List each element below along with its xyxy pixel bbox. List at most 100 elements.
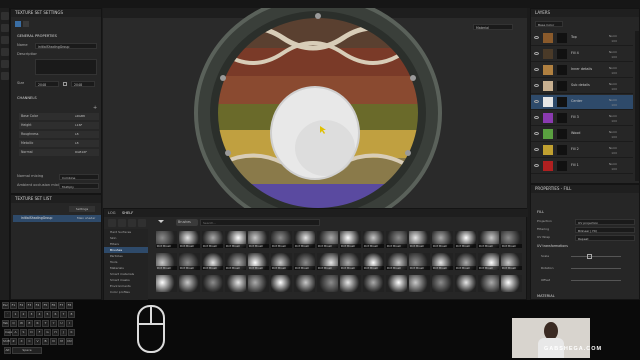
import-icon[interactable] xyxy=(138,219,146,227)
visibility-eye-icon[interactable] xyxy=(534,116,539,119)
layers-scrollbar[interactable] xyxy=(635,31,639,181)
brush-thumbnail[interactable]: Dirt Brush xyxy=(432,231,453,248)
texture-set-icon-a[interactable] xyxy=(15,21,21,27)
brush-thumbnail[interactable]: Dirt Brush xyxy=(271,231,292,248)
visibility-eye-icon[interactable] xyxy=(534,148,539,151)
layer-blend-mode[interactable]: Norm xyxy=(609,82,617,86)
layer-row[interactable]: Sub details Norm 100 xyxy=(531,79,633,94)
layer-mask-thumbnail[interactable] xyxy=(557,129,567,139)
layer-mask-thumbnail[interactable] xyxy=(557,49,567,59)
new-folder-icon[interactable] xyxy=(108,219,116,227)
layer-opacity[interactable]: 100 xyxy=(611,55,617,59)
layer-opacity[interactable]: 100 xyxy=(611,119,617,123)
layer-opacity[interactable]: 100 xyxy=(611,87,617,91)
brush-thumbnail[interactable] xyxy=(317,275,338,292)
brush-thumbnail[interactable] xyxy=(202,275,223,292)
brush-thumbnail[interactable]: Dirt Brush xyxy=(248,231,269,248)
brush-thumbnail[interactable] xyxy=(363,275,384,292)
layer-mask-thumbnail[interactable] xyxy=(557,65,567,75)
size-dropdown-2[interactable]: 2048 xyxy=(71,81,95,87)
brush-thumbnail[interactable] xyxy=(179,275,200,292)
brush-thumbnail[interactable]: Dirt Brush xyxy=(202,231,223,248)
brush-thumbnail[interactable]: Dirt Brush xyxy=(156,253,177,270)
layer-blend-mode[interactable]: Norm xyxy=(609,50,617,54)
lock-icon[interactable] xyxy=(63,82,67,86)
grid-view-icon[interactable] xyxy=(118,219,126,227)
layer-mask-thumbnail[interactable] xyxy=(557,161,567,171)
visibility-eye-icon[interactable] xyxy=(534,68,539,71)
filter-chip[interactable]: Brushes xyxy=(176,219,198,226)
layer-mask-thumbnail[interactable] xyxy=(557,33,567,43)
layer-blend-mode[interactable]: Norm xyxy=(609,34,617,38)
tab-shelf[interactable]: SHELF xyxy=(122,209,133,217)
layer-row[interactable]: Top Norm 100 xyxy=(531,31,633,46)
brush-thumbnail[interactable]: Dirt Brush xyxy=(386,253,407,270)
channel-row[interactable]: Base Color sRGB8 xyxy=(19,113,99,120)
filter-icon[interactable] xyxy=(158,220,164,226)
visibility-eye-icon[interactable] xyxy=(534,100,539,103)
brush-thumbnail[interactable] xyxy=(294,275,315,292)
layer-opacity[interactable]: 100 xyxy=(611,71,617,75)
brush-thumbnail[interactable]: Dirt Brush xyxy=(248,253,269,270)
layer-blend-mode[interactable]: Norm xyxy=(609,146,617,150)
layer-opacity[interactable]: 100 xyxy=(611,135,617,139)
layer-blend-mode[interactable]: Norm xyxy=(609,114,617,118)
description-field[interactable] xyxy=(35,59,97,75)
brush-thumbnail[interactable] xyxy=(156,275,177,292)
brush-thumbnail[interactable]: Dirt Brush xyxy=(156,231,177,248)
brush-thumbnail[interactable]: Dirt Brush xyxy=(340,231,361,248)
brush-thumbnail[interactable] xyxy=(340,275,361,292)
normal-mixing-dropdown[interactable]: Combine xyxy=(59,174,99,180)
layer-channel-dropdown[interactable]: Base Color xyxy=(535,21,563,27)
brush-thumbnail[interactable]: Dirt Brush xyxy=(409,253,430,270)
offset-slider[interactable] xyxy=(571,280,621,281)
projection-tool-icon[interactable] xyxy=(1,36,9,44)
texture-set-settings-button[interactable]: Settings xyxy=(69,206,95,212)
visibility-eye-icon[interactable] xyxy=(534,164,539,167)
layer-mask-thumbnail[interactable] xyxy=(557,145,567,155)
brush-thumbnail[interactable] xyxy=(386,275,407,292)
layer-row[interactable]: Fill 2 Norm 100 xyxy=(531,143,633,158)
tab-log[interactable]: LOG xyxy=(108,209,116,217)
visibility-eye-icon[interactable] xyxy=(534,52,539,55)
picker-tool-icon[interactable] xyxy=(1,72,9,80)
texture-set-icon-b[interactable] xyxy=(23,21,29,27)
layer-blend-mode[interactable]: Norm xyxy=(609,130,617,134)
layer-row[interactable]: Fill 4 Norm 100 xyxy=(531,47,633,62)
size-dropdown[interactable]: 2048 xyxy=(35,81,59,87)
brush-thumbnail[interactable] xyxy=(248,275,269,292)
layer-mask-thumbnail[interactable] xyxy=(557,113,567,123)
brush-thumbnail[interactable] xyxy=(432,275,453,292)
smudge-tool-icon[interactable] xyxy=(1,48,9,56)
brush-thumbnail[interactable]: Dirt Brush xyxy=(501,253,522,270)
brush-thumbnail[interactable]: Dirt Brush xyxy=(478,231,499,248)
layer-row[interactable]: Inner details Norm 100 xyxy=(531,63,633,78)
brush-thumbnail[interactable]: Dirt Brush xyxy=(386,231,407,248)
channel-row[interactable]: Roughness L8 xyxy=(19,131,99,138)
projection-dropdown[interactable]: UV projection xyxy=(575,219,635,225)
brush-thumbnail[interactable]: Dirt Brush xyxy=(363,253,384,270)
shelf-search-input[interactable]: Search... xyxy=(200,219,320,226)
viewport[interactable]: Material xyxy=(103,8,527,208)
brush-thumbnail[interactable]: Dirt Brush xyxy=(225,253,246,270)
brush-thumbnail[interactable]: Dirt Brush xyxy=(455,253,476,270)
layer-mask-thumbnail[interactable] xyxy=(557,97,567,107)
layer-mask-thumbnail[interactable] xyxy=(557,81,567,91)
brush-thumbnail[interactable] xyxy=(271,275,292,292)
layer-blend-mode[interactable]: Norm xyxy=(609,162,617,166)
channel-row[interactable]: Normal RGB16F xyxy=(19,149,99,156)
visibility-eye-icon[interactable] xyxy=(534,36,539,39)
brush-thumbnail[interactable]: Dirt Brush xyxy=(225,231,246,248)
brush-thumbnail[interactable] xyxy=(409,275,430,292)
brush-thumbnail[interactable]: Dirt Brush xyxy=(294,231,315,248)
brush-thumbnail[interactable]: Dirt Brush xyxy=(409,231,430,248)
layer-opacity[interactable]: 100 xyxy=(611,39,617,43)
layer-blend-mode[interactable]: Norm xyxy=(609,98,617,102)
brush-thumbnail[interactable] xyxy=(455,275,476,292)
brush-thumbnail[interactable] xyxy=(501,275,522,292)
brush-thumbnail[interactable]: Dirt Brush xyxy=(455,231,476,248)
layer-opacity[interactable]: 100 xyxy=(611,151,617,155)
layer-row[interactable]: Fill 3 Norm 100 xyxy=(531,111,633,126)
paint-tool-icon[interactable] xyxy=(1,12,9,20)
layer-opacity[interactable]: 100 xyxy=(611,167,617,171)
